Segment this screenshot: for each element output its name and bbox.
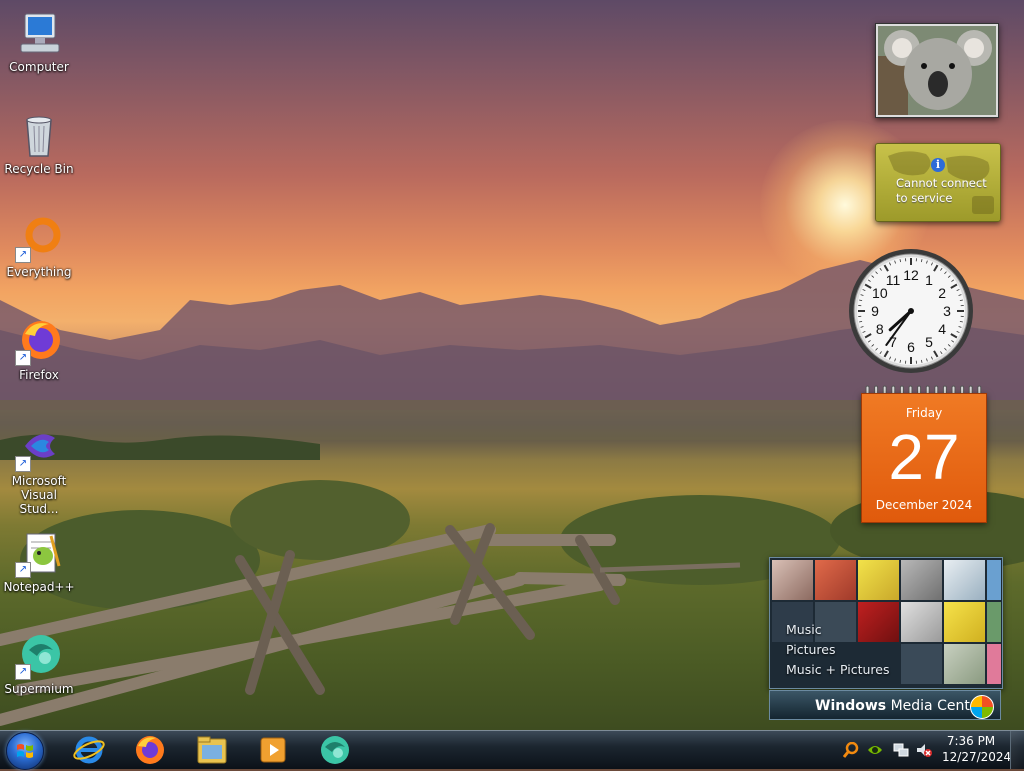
media-thumbnail	[901, 560, 942, 600]
shortcut-arrow-icon: ↗	[15, 664, 31, 680]
media-thumbnail	[944, 644, 985, 684]
calendar-day-number: 27	[862, 422, 986, 492]
koala-photo	[878, 26, 996, 115]
media-center-links: Music Pictures Music + Pictures	[786, 620, 890, 680]
media-center-title-bold: Windows	[815, 698, 886, 714]
media-link-pictures[interactable]: Pictures	[786, 640, 890, 660]
desktop-icon-label: Recycle Bin	[0, 162, 78, 176]
desktop-icon-firefox[interactable]: ↗ Firefox	[0, 318, 78, 382]
supermium-icon	[315, 733, 355, 767]
clock-number: 3	[943, 303, 951, 319]
desktop-icon-notepad-plus-plus[interactable]: ↗ Notepad++	[0, 530, 78, 594]
media-thumbnail	[858, 560, 899, 600]
media-thumbnail	[987, 602, 1001, 642]
clock-number: 4	[938, 321, 946, 337]
clock-number: 1	[925, 272, 933, 288]
desktop-icon-label: Everything	[0, 265, 78, 279]
windows-flag-icon	[16, 742, 34, 760]
weather-message-line: Cannot connect	[896, 176, 987, 190]
media-thumbnail	[944, 602, 985, 642]
taskbar-time: 7:36 PM	[942, 733, 1000, 749]
volume-muted-icon[interactable]	[916, 742, 932, 758]
calendar-month-year: December 2024	[862, 498, 986, 512]
media-center-launch-bar[interactable]: Windows Media Center	[769, 690, 1001, 720]
media-link-music-pictures[interactable]: Music + Pictures	[786, 660, 890, 680]
visual-studio-icon: ↗	[15, 424, 63, 472]
desktop-icon-everything[interactable]: ↗ Everything	[0, 215, 78, 279]
shortcut-arrow-icon: ↗	[15, 350, 31, 366]
media-thumbnail	[772, 560, 813, 600]
search-icon[interactable]	[843, 742, 859, 758]
taskbar-internet-explorer[interactable]	[69, 733, 109, 767]
clock-gadget[interactable]: 121234567891011	[847, 247, 975, 375]
clock-number: 2	[938, 285, 946, 301]
windows-logo-icon	[970, 695, 994, 719]
shortcut-arrow-icon: ↗	[15, 456, 31, 472]
computer-icon	[15, 10, 63, 58]
desktop-icon-recycle-bin[interactable]: Recycle Bin	[0, 112, 78, 176]
media-player-icon	[253, 733, 293, 767]
taskbar-media-player[interactable]	[253, 733, 293, 767]
shortcut-arrow-icon: ↗	[15, 562, 31, 578]
taskbar-date: 12/27/2024	[942, 749, 1000, 765]
clock-number: 6	[907, 339, 915, 355]
media-thumbnail	[901, 602, 942, 642]
taskbar-clock[interactable]: 7:36 PM 12/27/2024	[942, 733, 1000, 765]
analog-clock-face: 121234567891011	[847, 247, 975, 375]
taskbar-firefox[interactable]	[130, 733, 170, 767]
media-thumbnail	[944, 560, 985, 600]
weather-message-line: to service	[896, 191, 952, 205]
media-center-gadget[interactable]: Music Pictures Music + Pictures	[769, 557, 1003, 689]
weather-error-message: Cannot connect to service	[896, 176, 987, 206]
shortcut-arrow-icon: ↗	[15, 247, 31, 263]
calendar-weekday: Friday	[862, 406, 986, 420]
clock-number: 8	[876, 321, 884, 337]
media-thumbnail	[901, 644, 942, 684]
desktop-icon-visual-studio[interactable]: ↗ Microsoft Visual Stud...	[0, 424, 78, 516]
calendar-page: Friday 27 December 2024	[861, 393, 987, 523]
start-button[interactable]	[6, 732, 44, 770]
desktop-icon-label: Firefox	[0, 368, 78, 382]
desktop-icon-label: Microsoft Visual Stud...	[4, 474, 74, 516]
desktop-icon-label: Notepad++	[0, 580, 78, 594]
nvidia-icon[interactable]	[867, 742, 883, 758]
firefox-icon: ↗	[15, 318, 63, 366]
clock-number: 9	[871, 303, 879, 319]
weather-gadget[interactable]: i Cannot connect to service	[875, 143, 1001, 222]
calendar-gadget[interactable]: Friday 27 December 2024	[861, 385, 987, 522]
desktop-icon-supermium[interactable]: ↗ Supermium	[0, 632, 78, 696]
clock-number: 12	[903, 267, 919, 283]
clock-number: 11	[886, 272, 901, 288]
info-icon: i	[931, 158, 945, 172]
media-thumbnail	[987, 560, 1001, 600]
media-thumbnail	[815, 560, 856, 600]
notepad-plus-plus-icon: ↗	[15, 530, 63, 578]
show-desktop-button[interactable]	[1010, 731, 1024, 769]
firefox-icon	[130, 733, 170, 767]
desktop-icon-label: Computer	[0, 60, 78, 74]
desktop-icon-computer[interactable]: Computer	[0, 10, 78, 74]
recycle-bin-icon	[15, 112, 63, 160]
supermium-icon: ↗	[15, 632, 63, 680]
media-link-music[interactable]: Music	[786, 620, 890, 640]
internet-explorer-icon	[69, 733, 109, 767]
taskbar-supermium[interactable]	[315, 733, 355, 767]
network-icon[interactable]	[893, 742, 909, 758]
media-thumbnail	[987, 644, 1001, 684]
taskbar: 7:36 PM 12/27/2024	[0, 730, 1024, 769]
taskbar-file-explorer[interactable]	[192, 733, 232, 767]
everything-icon: ↗	[15, 215, 63, 263]
slideshow-gadget[interactable]	[875, 23, 999, 118]
clock-number: 5	[925, 334, 933, 350]
desktop-icon-label: Supermium	[0, 682, 78, 696]
file-explorer-icon	[192, 733, 232, 767]
